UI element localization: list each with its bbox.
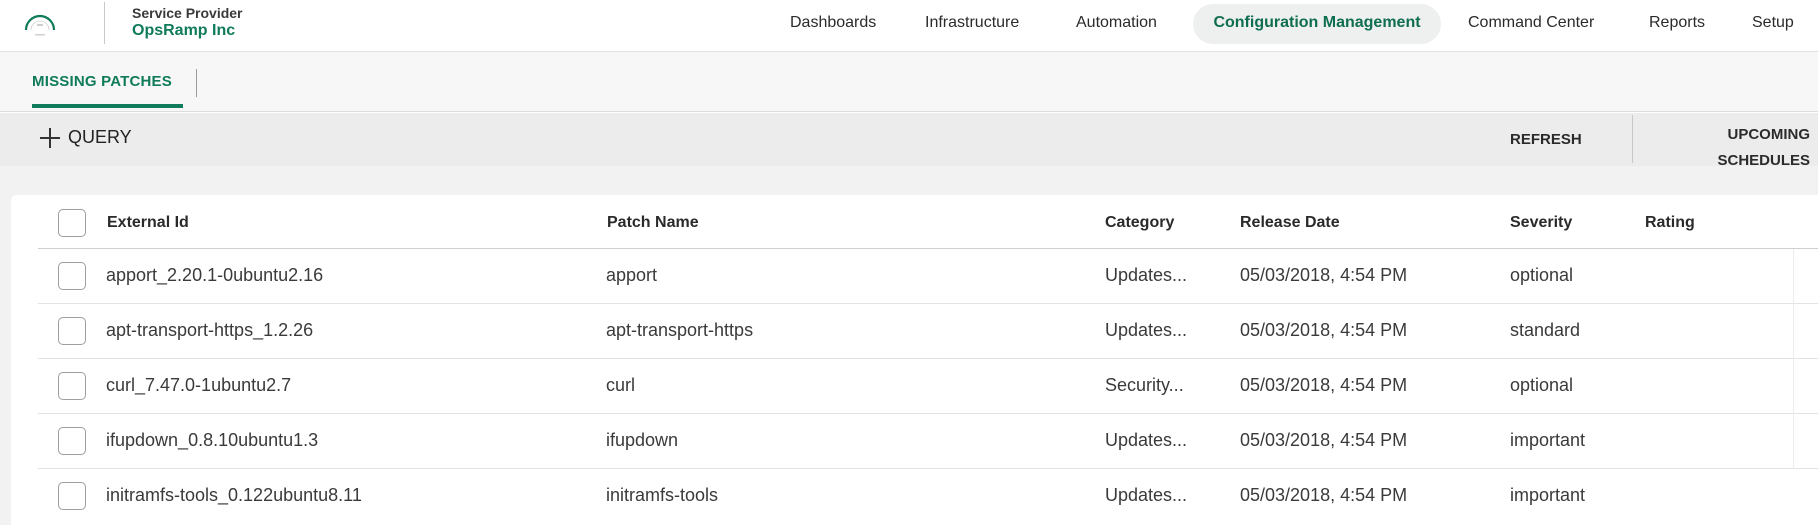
nav-setup[interactable]: Setup xyxy=(1736,4,1810,44)
brand-divider xyxy=(104,2,105,44)
cell-release-date: 05/03/2018, 4:54 PM xyxy=(1240,265,1408,285)
brand-name[interactable]: OpsRamp Inc xyxy=(132,22,235,40)
column-header-severity[interactable]: Severity xyxy=(1510,214,1572,232)
cell-category: Updates... xyxy=(1105,320,1188,340)
column-header-category[interactable]: Category xyxy=(1105,214,1174,232)
column-header-rating[interactable]: Rating xyxy=(1645,214,1695,232)
cell-external-id: ifupdown_0.8.10ubuntu1.3 xyxy=(106,430,319,450)
cell-patch-name: apport xyxy=(606,265,658,285)
cell-patch-name: curl xyxy=(606,375,636,395)
column-header-external-id[interactable]: External Id xyxy=(107,214,189,232)
tab-missing-patches[interactable]: MISSING PATCHES xyxy=(32,73,172,90)
row-checkbox[interactable] xyxy=(58,262,86,290)
cell-category: Updates... xyxy=(1105,265,1188,285)
table-row[interactable]: curl_7.47.0-1ubuntu2.7 curl Security... … xyxy=(38,359,1818,414)
cell-external-id: curl_7.47.0-1ubuntu2.7 xyxy=(106,375,292,395)
nav-automation[interactable]: Automation xyxy=(1060,4,1173,44)
tab-strip: MISSING PATCHES xyxy=(0,52,1818,112)
cell-release-date: 05/03/2018, 4:54 PM xyxy=(1240,430,1408,450)
column-header-release-date[interactable]: Release Date xyxy=(1240,214,1340,232)
table-row[interactable]: apport_2.20.1-0ubuntu2.16 apport Updates… xyxy=(38,249,1818,304)
cell-external-id: apport_2.20.1-0ubuntu2.16 xyxy=(106,265,324,285)
refresh-button[interactable]: REFRESH xyxy=(1510,131,1582,148)
tab-active-indicator xyxy=(32,104,183,108)
query-button[interactable]: QUERY xyxy=(40,127,132,148)
table-row[interactable]: ifupdown_0.8.10ubuntu1.3 ifupdown Update… xyxy=(38,414,1818,469)
tab-divider xyxy=(196,69,197,97)
row-divider xyxy=(1793,249,1794,304)
cell-release-date: 05/03/2018, 4:54 PM xyxy=(1240,485,1408,505)
row-checkbox[interactable] xyxy=(58,482,86,510)
table-header: External Id Patch Name Category Release … xyxy=(38,201,1818,249)
row-checkbox[interactable] xyxy=(58,372,86,400)
cell-severity: important xyxy=(1510,485,1586,505)
cell-release-date: 05/03/2018, 4:54 PM xyxy=(1240,375,1408,395)
table-row[interactable]: apt-transport-https_1.2.26 apt-transport… xyxy=(38,304,1818,359)
cell-category: Updates... xyxy=(1105,485,1188,505)
nav-configuration-management[interactable]: Configuration Management xyxy=(1193,4,1441,44)
select-all-checkbox[interactable] xyxy=(58,209,86,237)
cell-severity: optional xyxy=(1510,265,1574,285)
nav-command-center[interactable]: Command Center xyxy=(1452,4,1610,44)
cell-category: Updates... xyxy=(1105,430,1188,450)
column-header-patch-name[interactable]: Patch Name xyxy=(607,214,699,232)
cell-severity: standard xyxy=(1510,320,1581,340)
brand-subtitle: Service Provider xyxy=(132,5,243,21)
query-label: QUERY xyxy=(68,127,132,147)
cell-category: Security... xyxy=(1105,375,1184,395)
upcoming-label-line1: UPCOMING xyxy=(1727,126,1811,143)
table-row[interactable]: initramfs-tools_0.122ubuntu8.11 initramf… xyxy=(38,469,1818,524)
cell-patch-name: ifupdown xyxy=(606,430,679,450)
plus-icon xyxy=(40,127,60,148)
cell-external-id: apt-transport-https_1.2.26 xyxy=(106,320,314,340)
top-navigation-bar: Service Provider OpsRamp Inc Dashboards … xyxy=(0,0,1818,52)
row-divider xyxy=(1793,359,1794,414)
cell-external-id: initramfs-tools_0.122ubuntu8.11 xyxy=(106,485,362,505)
row-divider xyxy=(1793,304,1794,359)
nav-reports[interactable]: Reports xyxy=(1633,4,1721,44)
row-checkbox[interactable] xyxy=(58,427,86,455)
cell-severity: important xyxy=(1510,430,1586,450)
row-checkbox[interactable] xyxy=(58,317,86,345)
row-divider xyxy=(1793,414,1794,469)
nav-dashboards[interactable]: Dashboards xyxy=(774,4,892,44)
action-bar: QUERY REFRESH UPCOMING SCHEDULES xyxy=(0,113,1818,169)
opsramp-logo-icon[interactable] xyxy=(22,10,58,40)
nav-infrastructure[interactable]: Infrastructure xyxy=(909,4,1035,44)
cell-patch-name: initramfs-tools xyxy=(606,485,719,505)
cell-release-date: 05/03/2018, 4:54 PM xyxy=(1240,320,1408,340)
action-divider xyxy=(1632,115,1633,163)
cell-patch-name: apt-transport-https xyxy=(606,320,754,340)
cell-severity: optional xyxy=(1510,375,1574,395)
